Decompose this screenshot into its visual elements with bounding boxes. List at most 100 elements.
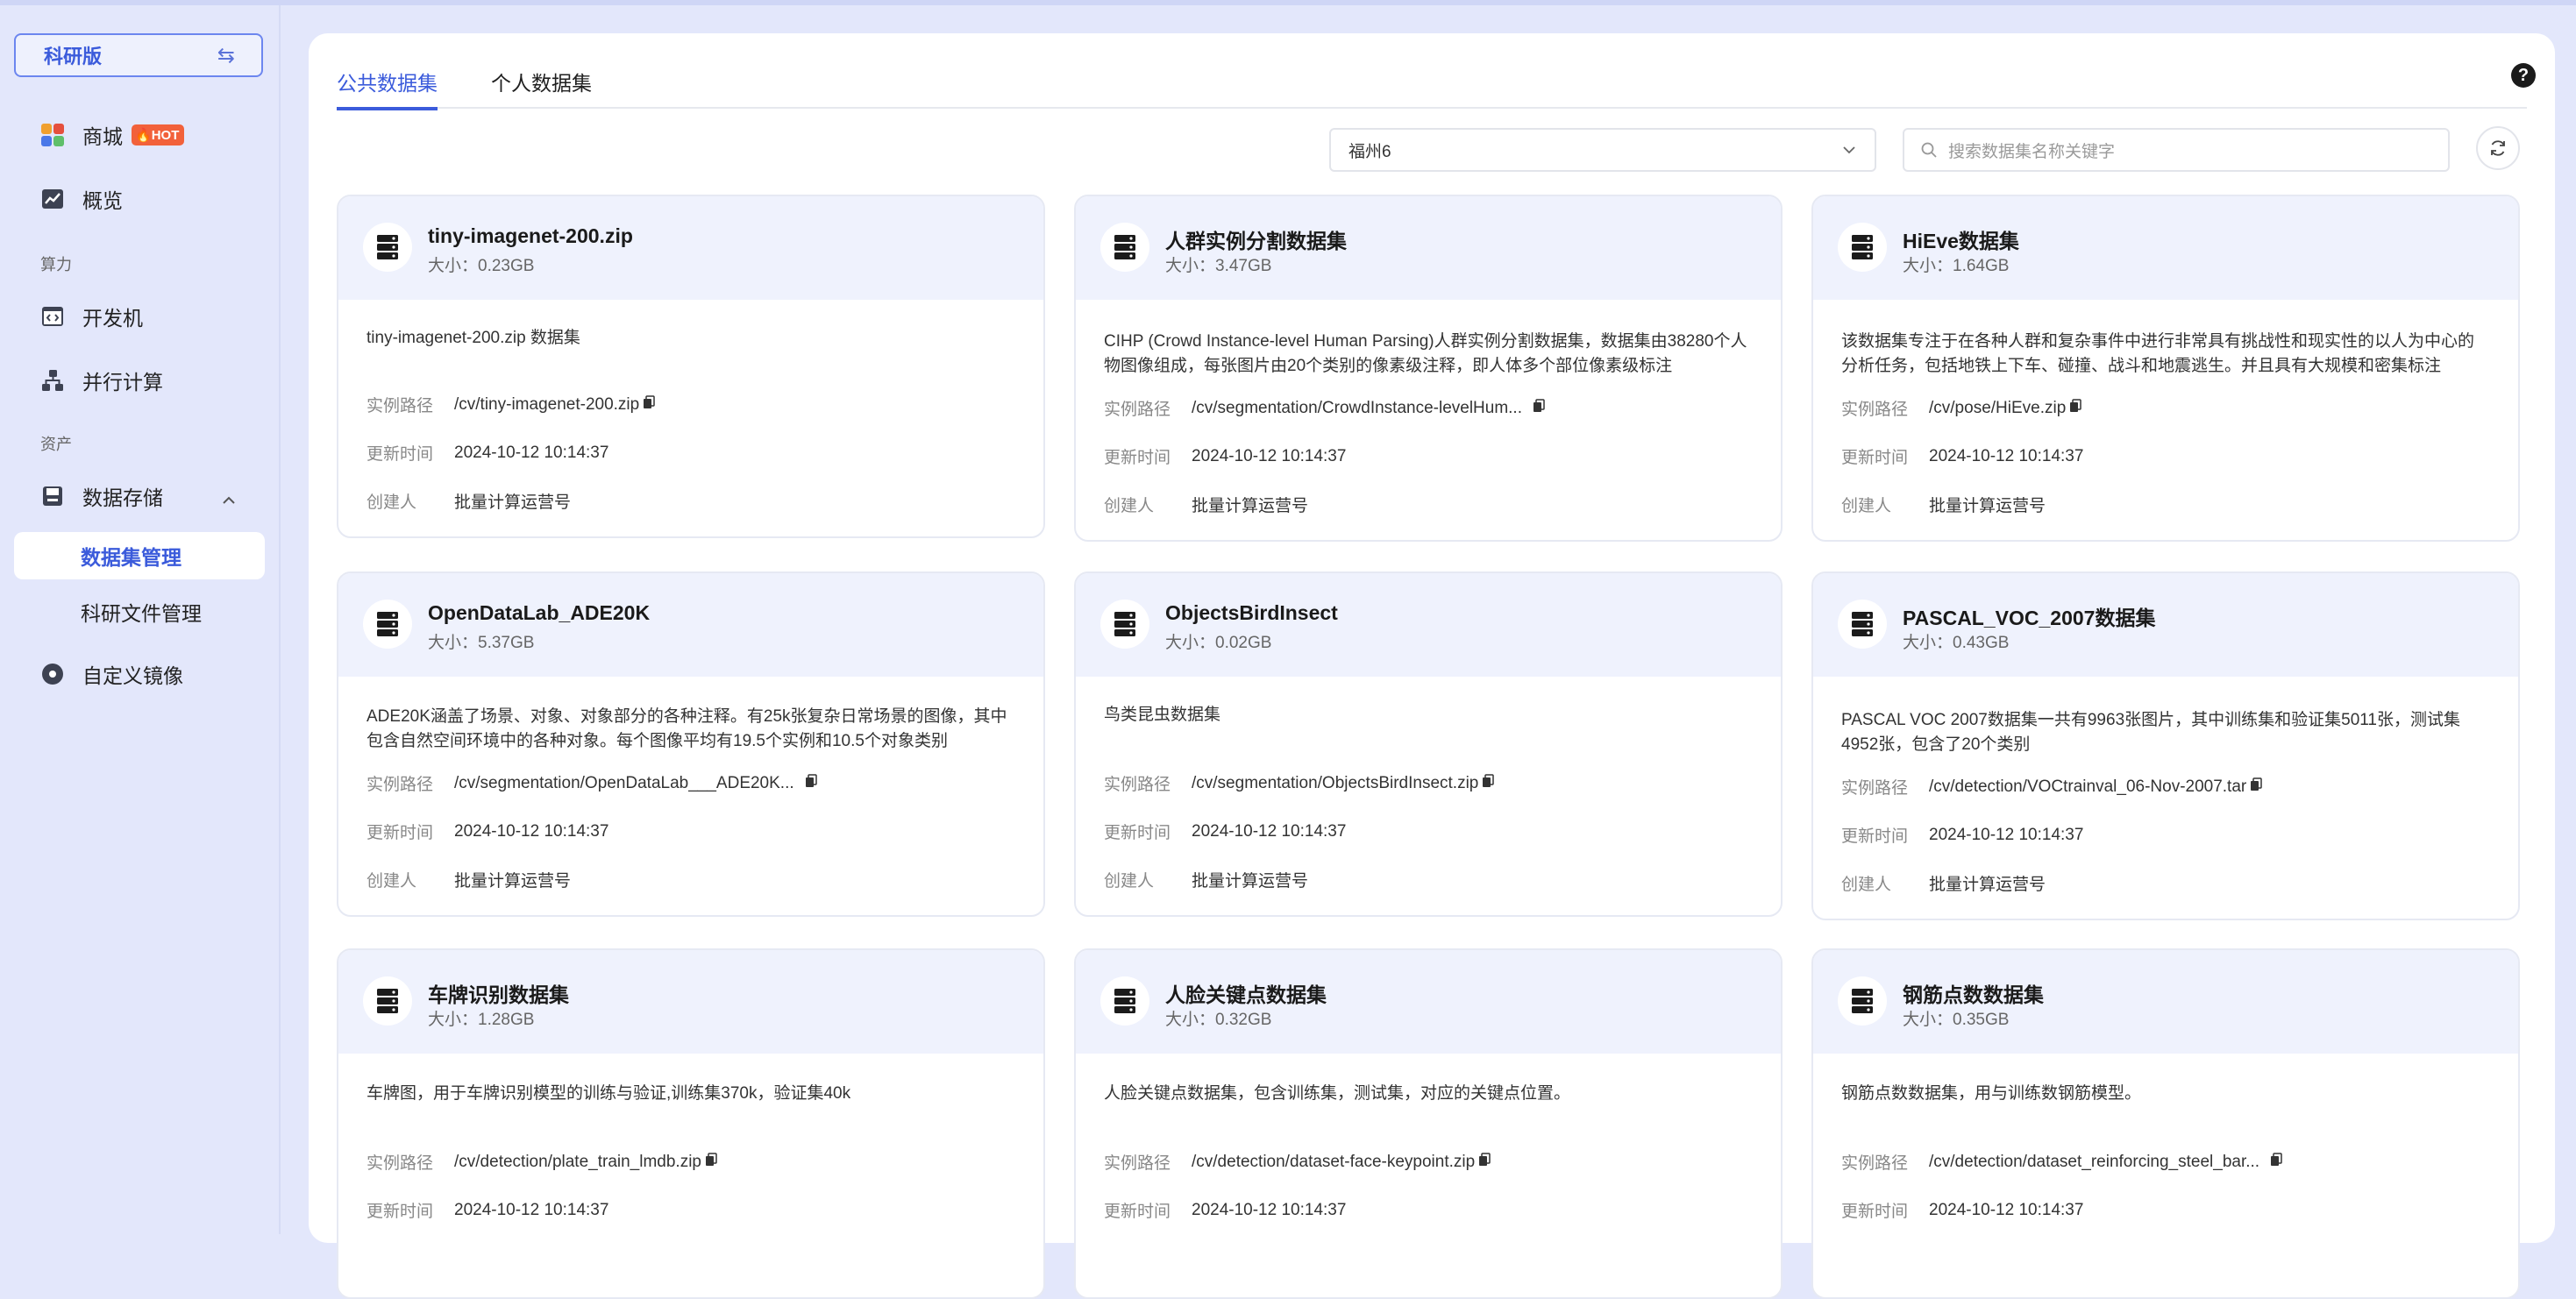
path-row: 实例路径/cv/detection/plate_train_lmdb.zip (366, 1150, 717, 1174)
path-value: /cv/segmentation/ObjectsBirdInsect.zip (1192, 773, 1479, 792)
dataset-name: HiEve数据集 (1903, 230, 2019, 252)
creator-label: 创建人 (366, 872, 417, 891)
updated-value: 2024-10-12 10:14:37 (1192, 446, 1347, 465)
search-input[interactable]: 搜索数据集名称关键字 (1903, 128, 2450, 172)
sidebar-item-overview[interactable]: 概览 (39, 181, 123, 216)
dataset-name: OpenDataLab_ADE20K (428, 601, 651, 624)
copy-icon[interactable] (1482, 773, 1495, 793)
updated-label: 更新时间 (1104, 824, 1171, 842)
creator-label: 创建人 (1841, 497, 1892, 515)
edition-label: 科研版 (44, 46, 103, 67)
sidebar-item-label: 自定义镜像 (82, 664, 183, 687)
path-value: /cv/detection/dataset_reinforcing_steel_… (1929, 1152, 2260, 1171)
updated-value: 2024-10-12 10:14:37 (1929, 825, 2084, 844)
main-panel: 公共数据集 个人数据集 ? 福州6 搜索数据集名称关键字 tiny-imagen… (309, 33, 2555, 1299)
updated-row: 更新时间 2024-10-12 10:14:37 (1841, 823, 2083, 847)
region-select[interactable]: 福州6 (1329, 128, 1876, 172)
dataset-name: 人群实例分割数据集 (1165, 230, 1347, 252)
dataset-card[interactable]: 人群实例分割数据集 大小：3.47GB CIHP (Crowd Instance… (1074, 195, 1783, 542)
copy-icon[interactable] (1478, 1152, 1491, 1172)
copy-icon[interactable] (2069, 398, 2082, 418)
dataset-card[interactable]: ObjectsBirdInsect 大小：0.02GB 鸟类昆虫数据集 实例路径… (1074, 571, 1783, 917)
swap-icon: ⇆ (217, 43, 235, 67)
path-row: 实例路径/cv/detection/VOCtrainval_06-Nov-200… (1841, 775, 2262, 799)
sidebar-item-dataset-management[interactable]: 数据集管理 (14, 532, 265, 579)
dataset-card[interactable]: OpenDataLab_ADE20K 大小：5.37GB ADE20K涵盖了场景… (337, 571, 1045, 917)
updated-row: 更新时间 2024-10-12 10:14:37 (1104, 444, 1346, 468)
sidebar-item-research-files[interactable]: 科研文件管理 (14, 588, 265, 635)
updated-row: 更新时间 2024-10-12 10:14:37 (1841, 444, 2083, 468)
creator-row: 创建人 批量计算运营号 (1104, 868, 1308, 891)
help-icon[interactable]: ? (2511, 63, 2536, 88)
chevron-down-icon (1843, 146, 1855, 154)
updated-label: 更新时间 (1841, 827, 1909, 846)
sidebar-item-store[interactable]: 商城 🔥 HOT (39, 117, 185, 153)
creator-value: 批量计算运营号 (454, 872, 572, 891)
dataset-card[interactable]: 车牌识别数据集 大小：1.28GB 车牌图，用于车牌识别模型的训练与验证,训练集… (337, 948, 1045, 1299)
creator-row: 创建人 批量计算运营号 (1841, 871, 2046, 895)
dataset-name: tiny-imagenet-200.zip (428, 224, 633, 247)
dataset-card[interactable]: PASCAL_VOC_2007数据集 大小：0.43GB PASCAL VOC … (1811, 571, 2520, 920)
copy-icon[interactable] (1533, 398, 1545, 418)
path-row: 实例路径/cv/tiny-imagenet-200.zip (366, 393, 655, 416)
dataset-card[interactable]: 人脸关键点数据集 大小：0.32GB 人脸关键点数据集，包含训练集，测试集，对应… (1074, 948, 1783, 1299)
flame-icon: 🔥 (135, 128, 152, 143)
card-header: ObjectsBirdInsect 大小：0.02GB (1076, 573, 1781, 677)
path-label: 实例路径 (1104, 401, 1171, 419)
sidebar-item-devmachine[interactable]: 开发机 (39, 299, 143, 334)
hot-badge-label: HOT (151, 127, 180, 143)
updated-label: 更新时间 (366, 1203, 434, 1221)
sidebar-item-label: 开发机 (82, 307, 143, 330)
creator-value: 批量计算运营号 (1192, 872, 1309, 891)
dataset-size: 大小：5.37GB (428, 634, 535, 652)
dataset-name: PASCAL_VOC_2007数据集 (1903, 607, 2156, 629)
dataset-size: 大小：1.64GB (1903, 257, 2010, 275)
dataset-name: ObjectsBirdInsect (1165, 601, 1338, 624)
creator-row: 创建人 批量计算运营号 (1104, 493, 1308, 516)
creator-row: 创建人 批量计算运营号 (1841, 493, 2046, 516)
card-header: OpenDataLab_ADE20K 大小：5.37GB (338, 573, 1043, 677)
creator-value: 批量计算运营号 (1929, 876, 2046, 894)
tab-public-datasets[interactable]: 公共数据集 (337, 68, 438, 110)
path-label: 实例路径 (366, 776, 434, 794)
dataset-size: 大小：0.43GB (1903, 634, 2010, 652)
refresh-icon (2491, 140, 2505, 156)
sidebar-item-custom-image[interactable]: 自定义镜像 (39, 657, 183, 692)
path-value: /cv/detection/VOCtrainval_06-Nov-2007.ta… (1929, 777, 2247, 796)
chevron-up-icon[interactable] (221, 493, 237, 508)
dataset-card[interactable]: 钢筋点数数据集 大小：0.35GB 钢筋点数数据集，用与训练数钢筋模型。 实例路… (1811, 948, 2520, 1299)
database-icon (1100, 223, 1149, 272)
updated-row: 更新时间 2024-10-12 10:14:37 (366, 441, 608, 465)
storage-icon (39, 482, 67, 510)
updated-value: 2024-10-12 10:14:37 (1929, 1200, 2084, 1219)
path-value: /cv/tiny-imagenet-200.zip (454, 394, 640, 414)
tab-bar: 公共数据集 个人数据集 (337, 68, 2527, 110)
cluster-icon (39, 366, 67, 394)
dataset-description: 人脸关键点数据集，包含训练集，测试集，对应的关键点位置。 (1104, 1084, 1571, 1103)
updated-label: 更新时间 (366, 824, 434, 842)
dataset-size: 大小：0.32GB (1165, 1011, 1272, 1029)
tab-personal-datasets[interactable]: 个人数据集 (491, 68, 592, 107)
updated-label: 更新时间 (366, 445, 434, 464)
copy-icon[interactable] (2250, 777, 2262, 797)
copy-icon[interactable] (643, 394, 655, 415)
sidebar-item-parallel[interactable]: 并行计算 (39, 363, 163, 398)
path-value: /cv/pose/HiEve.zip (1929, 398, 2067, 417)
creator-value: 批量计算运营号 (1192, 497, 1309, 515)
creator-value: 批量计算运营号 (454, 493, 572, 512)
path-label: 实例路径 (366, 397, 434, 415)
refresh-button[interactable] (2476, 126, 2520, 170)
copy-icon[interactable] (805, 773, 817, 793)
copy-icon[interactable] (2270, 1152, 2282, 1172)
dataset-card[interactable]: HiEve数据集 大小：1.64GB 该数据集专注于在各种人群和复杂事件中进行非… (1811, 195, 2520, 542)
sidebar-item-storage[interactable]: 数据存储 (39, 479, 163, 514)
path-row: 实例路径/cv/detection/dataset-face-keypoint.… (1104, 1150, 1491, 1174)
creator-label: 创建人 (1104, 872, 1155, 891)
updated-value: 2024-10-12 10:14:37 (454, 821, 609, 841)
edition-switch[interactable]: 科研版 ⇆ (14, 33, 263, 77)
path-row: 实例路径/cv/segmentation/CrowdInstance-level… (1104, 396, 1545, 420)
path-value: /cv/segmentation/CrowdInstance-levelHum.… (1192, 398, 1522, 417)
dataset-card[interactable]: tiny-imagenet-200.zip 大小：0.23GB tiny-ima… (337, 195, 1045, 538)
sidebar-item-label: 科研文件管理 (81, 602, 202, 625)
copy-icon[interactable] (705, 1152, 717, 1172)
